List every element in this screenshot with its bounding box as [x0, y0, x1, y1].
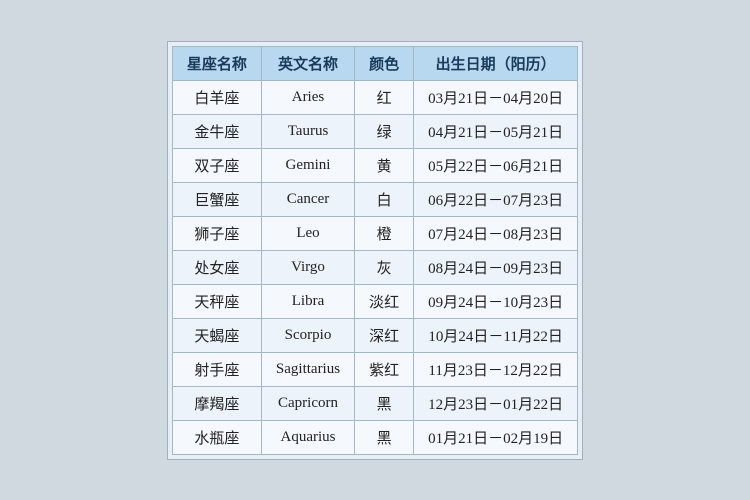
table-row: 金牛座Taurus绿04月21日－05月21日: [172, 114, 577, 148]
table-cell-7-1: Scorpio: [261, 318, 354, 352]
table-cell-4-2: 橙: [355, 216, 414, 250]
table-cell-6-2: 淡红: [355, 284, 414, 318]
table-cell-9-1: Capricorn: [261, 386, 354, 420]
table-cell-4-1: Leo: [261, 216, 354, 250]
table-header: 星座名称英文名称颜色出生日期（阳历）: [172, 46, 577, 80]
table-cell-1-1: Taurus: [261, 114, 354, 148]
table-cell-1-0: 金牛座: [172, 114, 261, 148]
table-cell-8-1: Sagittarius: [261, 352, 354, 386]
table-cell-10-2: 黑: [355, 420, 414, 454]
table-row: 射手座Sagittarius紫红11月23日－12月22日: [172, 352, 577, 386]
table-cell-1-3: 04月21日－05月21日: [414, 114, 578, 148]
table-cell-10-0: 水瓶座: [172, 420, 261, 454]
zodiac-table-container: 星座名称英文名称颜色出生日期（阳历） 白羊座Aries红03月21日－04月20…: [167, 41, 583, 460]
table-cell-10-1: Aquarius: [261, 420, 354, 454]
zodiac-table: 星座名称英文名称颜色出生日期（阳历） 白羊座Aries红03月21日－04月20…: [172, 46, 578, 455]
table-cell-3-0: 巨蟹座: [172, 182, 261, 216]
table-row: 双子座Gemini黄05月22日－06月21日: [172, 148, 577, 182]
table-row: 水瓶座Aquarius黑01月21日－02月19日: [172, 420, 577, 454]
table-cell-5-1: Virgo: [261, 250, 354, 284]
table-cell-3-2: 白: [355, 182, 414, 216]
header-cell-0: 星座名称: [172, 46, 261, 80]
table-row: 天蝎座Scorpio深红10月24日－11月22日: [172, 318, 577, 352]
table-cell-3-3: 06月22日－07月23日: [414, 182, 578, 216]
table-cell-9-3: 12月23日－01月22日: [414, 386, 578, 420]
table-cell-0-1: Aries: [261, 80, 354, 114]
table-cell-9-2: 黑: [355, 386, 414, 420]
table-cell-7-3: 10月24日－11月22日: [414, 318, 578, 352]
table-cell-0-2: 红: [355, 80, 414, 114]
table-cell-8-0: 射手座: [172, 352, 261, 386]
table-cell-7-2: 深红: [355, 318, 414, 352]
table-cell-5-3: 08月24日－09月23日: [414, 250, 578, 284]
header-cell-2: 颜色: [355, 46, 414, 80]
table-cell-2-3: 05月22日－06月21日: [414, 148, 578, 182]
table-row: 狮子座Leo橙07月24日－08月23日: [172, 216, 577, 250]
header-cell-1: 英文名称: [261, 46, 354, 80]
table-cell-5-2: 灰: [355, 250, 414, 284]
table-cell-9-0: 摩羯座: [172, 386, 261, 420]
table-cell-2-0: 双子座: [172, 148, 261, 182]
table-cell-5-0: 处女座: [172, 250, 261, 284]
table-cell-6-0: 天秤座: [172, 284, 261, 318]
table-cell-4-0: 狮子座: [172, 216, 261, 250]
table-cell-2-1: Gemini: [261, 148, 354, 182]
table-cell-1-2: 绿: [355, 114, 414, 148]
table-cell-4-3: 07月24日－08月23日: [414, 216, 578, 250]
table-cell-7-0: 天蝎座: [172, 318, 261, 352]
header-row: 星座名称英文名称颜色出生日期（阳历）: [172, 46, 577, 80]
table-cell-8-3: 11月23日－12月22日: [414, 352, 578, 386]
table-cell-0-0: 白羊座: [172, 80, 261, 114]
table-row: 巨蟹座Cancer白06月22日－07月23日: [172, 182, 577, 216]
table-body: 白羊座Aries红03月21日－04月20日金牛座Taurus绿04月21日－0…: [172, 80, 577, 454]
table-cell-2-2: 黄: [355, 148, 414, 182]
table-cell-8-2: 紫红: [355, 352, 414, 386]
table-cell-6-3: 09月24日－10月23日: [414, 284, 578, 318]
table-row: 摩羯座Capricorn黑12月23日－01月22日: [172, 386, 577, 420]
table-cell-0-3: 03月21日－04月20日: [414, 80, 578, 114]
table-row: 处女座Virgo灰08月24日－09月23日: [172, 250, 577, 284]
table-cell-10-3: 01月21日－02月19日: [414, 420, 578, 454]
table-row: 天秤座Libra淡红09月24日－10月23日: [172, 284, 577, 318]
table-cell-3-1: Cancer: [261, 182, 354, 216]
table-row: 白羊座Aries红03月21日－04月20日: [172, 80, 577, 114]
header-cell-3: 出生日期（阳历）: [414, 46, 578, 80]
table-cell-6-1: Libra: [261, 284, 354, 318]
